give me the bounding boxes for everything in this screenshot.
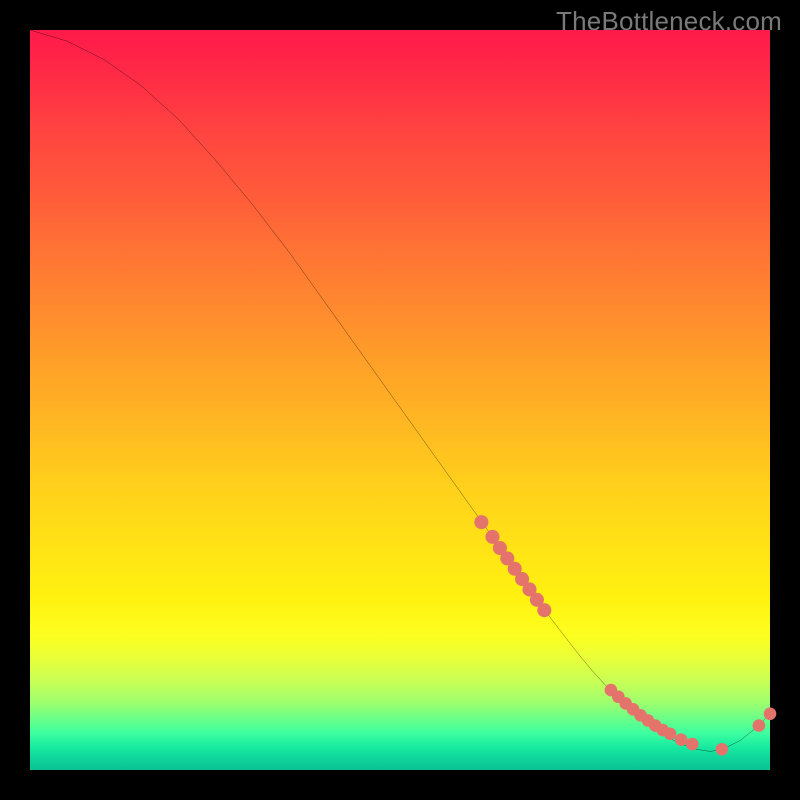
data-point (537, 603, 551, 617)
scatter-cluster-bottom (605, 684, 729, 756)
data-point (675, 733, 688, 746)
scatter-cluster-upper (474, 515, 551, 617)
data-point (716, 743, 729, 756)
data-point (474, 515, 488, 529)
data-point (764, 707, 777, 720)
chart-frame: TheBottleneck.com (0, 0, 800, 800)
scatter-cluster-tail (753, 707, 777, 731)
bottleneck-curve (30, 30, 770, 752)
data-point (664, 727, 677, 740)
data-point (686, 738, 699, 751)
data-point (753, 719, 766, 732)
chart-overlay-svg (30, 30, 770, 770)
